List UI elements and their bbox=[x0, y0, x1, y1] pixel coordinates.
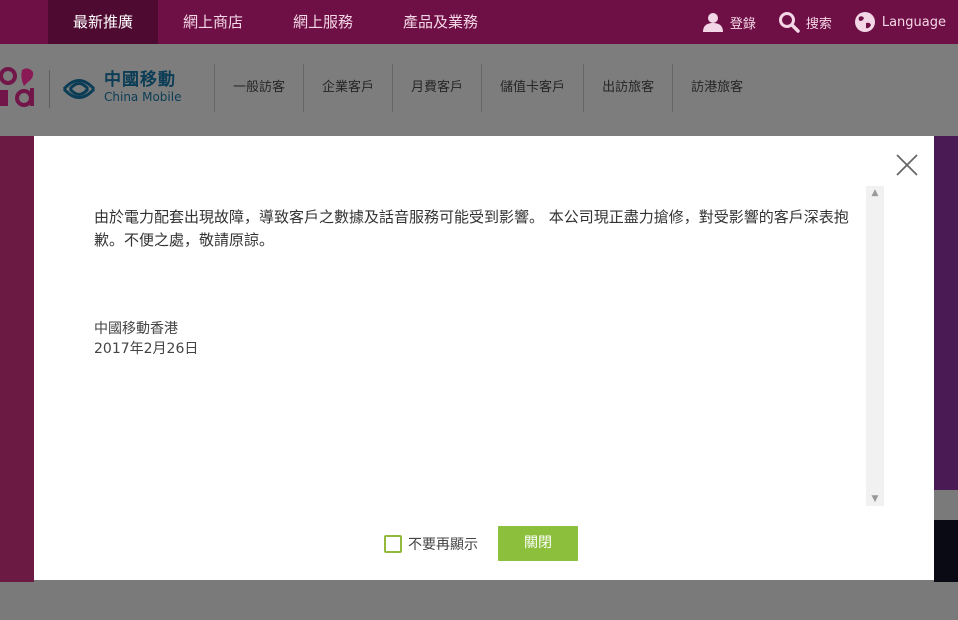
login-link[interactable]: 登錄 bbox=[702, 11, 756, 33]
modal-scrollbar[interactable]: ▲ ▼ bbox=[866, 186, 884, 506]
china-mobile-wordmark[interactable]: 中國移動 China Mobile bbox=[104, 70, 181, 104]
scroll-down-arrow-icon[interactable]: ▼ bbox=[866, 492, 884, 506]
signature-name: 中國移動香港 bbox=[94, 321, 178, 337]
modal-footer: 不要再顯示 關閉 bbox=[384, 526, 578, 561]
top-utilities: 登錄 搜索 Language bbox=[702, 0, 946, 44]
brand-divider bbox=[49, 70, 50, 108]
scroll-up-arrow-icon[interactable]: ▲ bbox=[866, 186, 884, 200]
top-bar: 最新推廣 網上商店 網上服務 產品及業務 登錄 搜索 Language bbox=[0, 0, 958, 44]
main-nav-item-monthly-plan[interactable]: 月費客戶 bbox=[392, 64, 481, 112]
main-nav-item-prepaid[interactable]: 儲值卡客戶 bbox=[481, 64, 583, 112]
dont-show-again-checkbox[interactable] bbox=[384, 534, 402, 553]
main-nav-item-inbound-visitors[interactable]: 訪港旅客 bbox=[672, 64, 761, 112]
background-dark-panel bbox=[934, 520, 958, 582]
top-nav-item-products-services[interactable]: 產品及業務 bbox=[378, 0, 503, 44]
campaign-logo[interactable] bbox=[0, 64, 40, 110]
background-banner-left bbox=[0, 136, 34, 582]
dont-show-again-label[interactable]: 不要再顯示 bbox=[408, 534, 478, 554]
china-mobile-logo-icon[interactable] bbox=[60, 70, 98, 108]
brand-name-en: China Mobile bbox=[104, 90, 182, 104]
background-strip bbox=[934, 490, 958, 520]
search-label: 搜索 bbox=[805, 16, 832, 32]
brand-name-cn: 中國移動 bbox=[104, 70, 176, 90]
campaign-logo-mark bbox=[0, 67, 34, 107]
main-nav-item-general-visitors[interactable]: 一般訪客 bbox=[214, 64, 303, 112]
close-icon[interactable] bbox=[894, 152, 920, 178]
notice-modal: 由於電力配套出現故障，導致客戶之數據及話音服務可能受到影響。 本公司現正盡力搶修… bbox=[34, 136, 934, 580]
top-nav-item-latest-promotions[interactable]: 最新推廣 bbox=[48, 0, 159, 44]
search-icon bbox=[778, 12, 800, 33]
language-link[interactable]: Language bbox=[854, 11, 946, 33]
top-nav-item-online-services[interactable]: 網上服務 bbox=[268, 0, 378, 44]
notice-message: 由於電力配套出現故障，導致客戶之數據及話音服務可能受到影響。 本公司現正盡力搶修… bbox=[94, 208, 849, 249]
main-nav: 一般訪客 企業客戶 月費客戶 儲值卡客戶 出訪旅客 訪港旅客 bbox=[214, 64, 761, 112]
modal-content: 由於電力配套出現故障，導致客戶之數據及話音服務可能受到影響。 本公司現正盡力搶修… bbox=[94, 186, 884, 506]
main-nav-item-outbound-travelers[interactable]: 出訪旅客 bbox=[583, 64, 672, 112]
login-label: 登錄 bbox=[729, 16, 756, 32]
notice-signature: 中國移動香港 2017年2月26日 bbox=[94, 319, 198, 359]
user-icon bbox=[702, 13, 723, 32]
main-nav-item-enterprise[interactable]: 企業客戶 bbox=[303, 64, 392, 112]
language-label: Language bbox=[881, 14, 946, 30]
top-nav-item-online-store[interactable]: 網上商店 bbox=[158, 0, 268, 44]
close-button[interactable]: 關閉 bbox=[498, 526, 578, 561]
globe-icon bbox=[854, 12, 875, 32]
signature-date: 2017年2月26日 bbox=[94, 341, 199, 357]
top-nav: 最新推廣 網上商店 網上服務 產品及業務 bbox=[48, 0, 503, 44]
search-link[interactable]: 搜索 bbox=[778, 11, 832, 33]
